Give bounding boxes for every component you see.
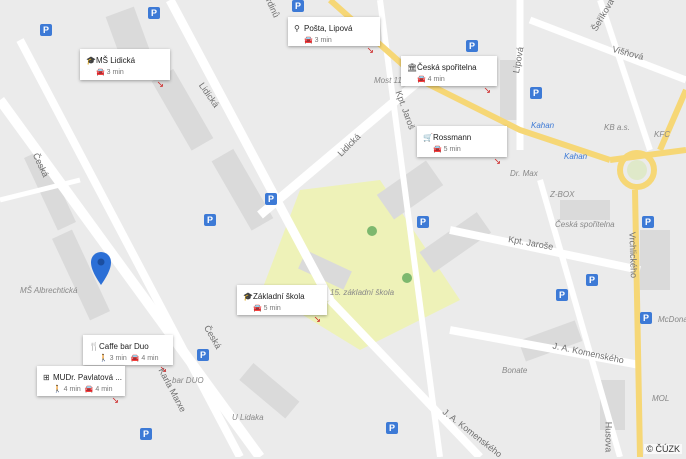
poi-card-mudr-pavlatova[interactable]: ⊞ MUDr. Pavlatová ... 🚶 4 min 🚘 4 min ↘ [37, 366, 125, 405]
drive-time: 4 min [141, 355, 159, 362]
place-label: Kahan [531, 121, 555, 130]
shop-icon: 🛒 [423, 133, 433, 142]
bank-icon: 🏛 [407, 63, 418, 72]
parking-icon[interactable]: P [556, 289, 568, 301]
place-label: MOL [652, 394, 670, 403]
drive-time: 4 min [95, 386, 113, 393]
place-label: U Lidaka [232, 413, 264, 422]
roundabout-center [627, 160, 647, 180]
parking-icon[interactable]: P [530, 87, 542, 99]
pointer-arrow-icon: ↘ [111, 395, 119, 405]
poi-card-title: Pošta, Lipová [304, 24, 353, 33]
parking-icon[interactable]: P [640, 312, 652, 324]
place-label: KFC [654, 130, 670, 139]
school-icon: 🎓 [243, 292, 253, 301]
drive-time: 5 min [263, 305, 281, 312]
walk-icon: 🚶 [53, 386, 64, 393]
street-label: Vrchlického [627, 231, 639, 279]
pointer-arrow-icon: ↘ [159, 364, 167, 374]
place-label: McDonald's [658, 315, 686, 324]
post-icon: ⚲ [294, 24, 300, 33]
poi-card-title: Česká spořitelna [417, 63, 477, 72]
street-label: Husova [603, 421, 614, 453]
poi-card-meta: 🚘 4 min [417, 75, 445, 83]
place-label: Bonate [502, 366, 528, 375]
poi-card-caffe-bar-duo[interactable]: 🍴 Caffe bar Duo 🚶 3 min 🚘 4 min ↘ [83, 335, 173, 374]
poi-card-title: Rossmann [433, 133, 472, 142]
poi-card-ceska-sporitelna[interactable]: 🏛 Česká spořitelna 🚘 4 min ↘ [401, 56, 497, 95]
place-label: Z-BOX [550, 190, 575, 199]
parking-icon[interactable]: P [292, 0, 304, 12]
place-label: MŠ Albrechtická [20, 286, 78, 295]
poi-card-meta: 🚘 5 min [253, 304, 281, 312]
drive-time: 3 min [314, 37, 332, 44]
poi-card-meta: 🚶 3 min 🚘 4 min [99, 354, 158, 362]
walk-time: 4 min [63, 386, 81, 393]
parking-icon[interactable]: P [586, 274, 598, 286]
parking-icon[interactable]: P [642, 216, 654, 228]
place-label: bar DUO [172, 376, 204, 385]
park-icon [402, 273, 412, 283]
poi-card-posta[interactable]: ⚲ Pošta, Lipová 🚘 3 min ↘ [288, 17, 380, 55]
parking-icon[interactable]: P [417, 216, 429, 228]
parking-icon[interactable]: P [40, 24, 52, 36]
pointer-arrow-icon: ↘ [483, 85, 491, 95]
drive-time: 3 min [106, 69, 124, 76]
parking-icon[interactable]: P [204, 214, 216, 226]
poi-card-meta: 🚶 4 min 🚘 4 min [53, 385, 112, 393]
car-icon: 🚘 [433, 146, 444, 153]
place-label: 15. základní škola [330, 288, 395, 297]
parking-icon[interactable]: P [148, 7, 160, 19]
drive-time: 5 min [443, 146, 461, 153]
parking-icon[interactable]: P [386, 422, 398, 434]
car-icon: 🚘 [253, 305, 264, 312]
poi-card-title: Základní škola [253, 292, 305, 301]
car-icon: 🚘 [130, 355, 142, 362]
school-icon: 🎓 [86, 56, 96, 65]
poi-card-title: MŠ Lidická [96, 56, 136, 65]
park-icon [367, 226, 377, 236]
drive-time: 4 min [427, 76, 445, 83]
pointer-arrow-icon: ↘ [493, 156, 501, 166]
poi-card-meta: 🚘 3 min [304, 36, 332, 44]
walk-time: 3 min [109, 355, 127, 362]
parking-icon[interactable]: P [197, 349, 209, 361]
place-label: Kahan [564, 152, 588, 161]
parking-icon[interactable]: P [265, 193, 277, 205]
place-label: KB a.s. [604, 123, 630, 132]
walk-icon: 🚶 [99, 355, 110, 362]
poi-card-ms-lidicka[interactable]: 🎓 MŠ Lidická 🚘 3 min ↘ [80, 49, 170, 89]
copyright-label: © ČÚZK [644, 444, 682, 454]
car-icon: 🚘 [84, 386, 96, 393]
pointer-arrow-icon: ↘ [313, 314, 321, 324]
restaurant-icon: 🍴 [89, 342, 99, 351]
car-icon: 🚘 [96, 69, 107, 76]
doctor-icon: ⊞ [43, 373, 50, 382]
place-label: Česká spořitelna [555, 220, 615, 229]
car-icon: 🚘 [304, 37, 315, 44]
poi-card-zakladni-skola[interactable]: 🎓 Základní škola 🚘 5 min ↘ [237, 285, 327, 324]
car-icon: 🚘 [417, 76, 428, 83]
poi-card-meta: 🚘 5 min [433, 145, 461, 153]
parking-icon[interactable]: P [466, 40, 478, 52]
pointer-arrow-icon: ↘ [366, 45, 374, 55]
poi-card-title: Caffe bar Duo [99, 342, 149, 351]
poi-card-meta: 🚘 3 min [96, 68, 124, 76]
place-label: Most 11 [374, 76, 402, 85]
pointer-arrow-icon: ↘ [156, 79, 164, 89]
parking-icon[interactable]: P [140, 428, 152, 440]
poi-card-title: MUDr. Pavlatová ... [53, 373, 122, 382]
place-label: Dr. Max [510, 169, 538, 178]
poi-card-rossmann[interactable]: 🛒 Rossmann 🚘 5 min ↘ [417, 126, 507, 166]
